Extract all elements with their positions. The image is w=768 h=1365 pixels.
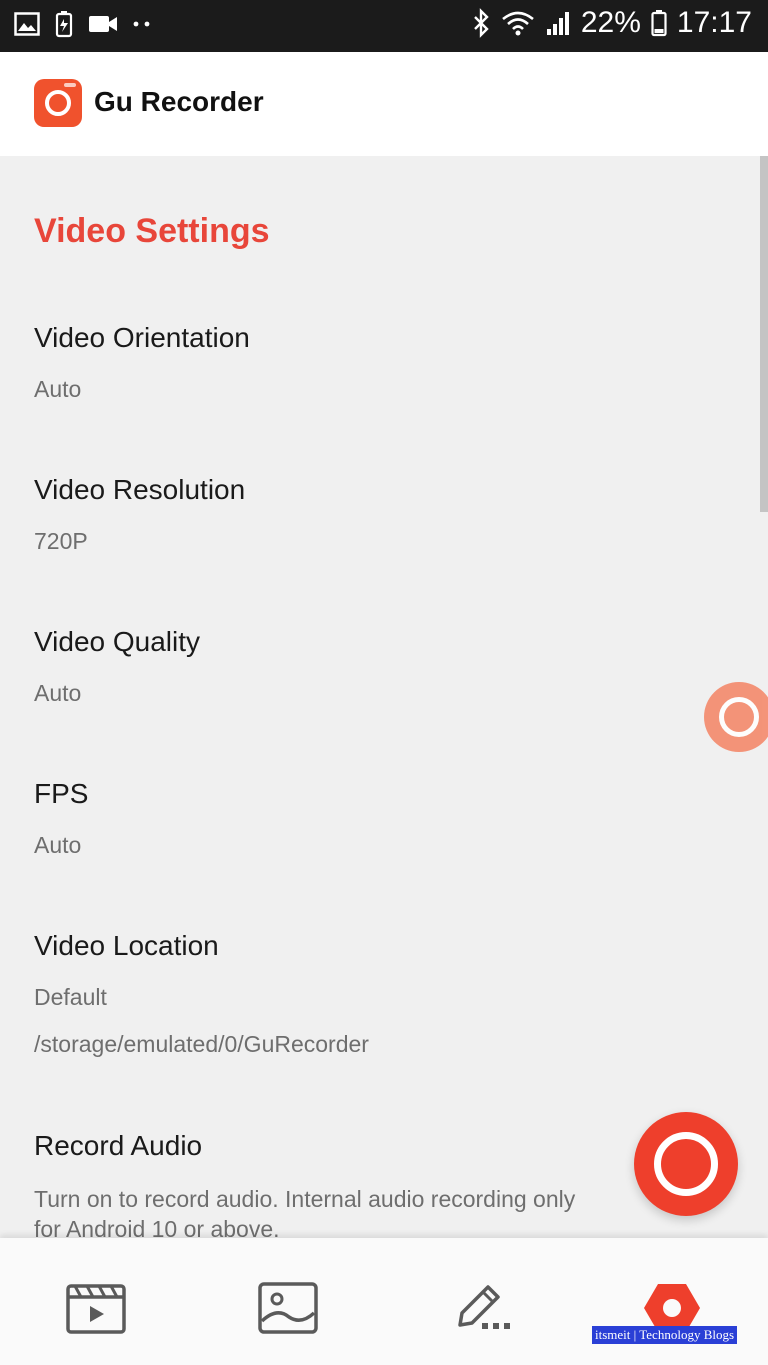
status-bar: 22% 17:17 (0, 0, 768, 52)
setting-video-location[interactable]: Video Location Default /storage/emulated… (34, 930, 369, 1058)
setting-value: Auto (34, 680, 82, 706)
gu-recorder-logo-icon (34, 79, 82, 127)
setting-path: /storage/emulated/0/GuRecorder (34, 1031, 369, 1057)
nav-gallery[interactable] (252, 1272, 324, 1344)
setting-description: Turn on to record audio. Internal audio … (34, 1186, 576, 1238)
setting-value: Auto (34, 376, 82, 402)
watermark: itsmeit | Technology Blogs (592, 1326, 738, 1344)
app-title: Gu Recorder (94, 86, 264, 117)
settings-content: Video Settings Video Orientation Auto Vi… (0, 156, 768, 1238)
section-title: Video Settings (34, 212, 270, 250)
setting-label: Video Quality (34, 626, 201, 657)
scrollbar[interactable] (760, 156, 768, 512)
clock: 17:17 (676, 6, 752, 39)
app-bar: Gu Recorder (0, 52, 768, 156)
bottom-nav (0, 1238, 768, 1365)
video-list-icon (66, 1284, 126, 1334)
nav-edit[interactable] (448, 1272, 520, 1344)
setting-label: Record Audio (34, 1130, 203, 1161)
battery-icon (651, 10, 667, 37)
setting-label: Video Orientation (34, 322, 250, 353)
setting-label: Video Location (34, 930, 219, 961)
more-dots-icon (133, 21, 150, 27)
image-gallery-icon (258, 1282, 318, 1334)
setting-label: Video Resolution (34, 474, 246, 505)
record-button[interactable] (634, 1112, 738, 1216)
setting-value: Auto (34, 832, 82, 858)
setting-video-resolution[interactable]: Video Resolution 720P (34, 474, 245, 555)
signal-icon (546, 12, 569, 35)
nav-videos[interactable] (60, 1272, 132, 1344)
setting-value: 720P (34, 528, 88, 554)
setting-record-audio[interactable]: Record Audio Turn on to record audio. In… (34, 1130, 594, 1238)
wifi-icon (502, 11, 534, 36)
battery-percent: 22% (580, 6, 641, 39)
floating-record-bubble[interactable] (704, 682, 768, 752)
setting-video-quality[interactable]: Video Quality Auto (34, 626, 200, 707)
setting-value: Default (34, 984, 107, 1010)
edit-icon (458, 1285, 510, 1329)
battery-saver-icon (55, 11, 73, 38)
setting-video-orientation[interactable]: Video Orientation Auto (34, 322, 250, 403)
setting-fps[interactable]: FPS Auto (34, 778, 88, 859)
image-icon (14, 12, 40, 36)
bluetooth-icon (474, 8, 489, 38)
video-camera-icon (89, 16, 117, 32)
setting-label: FPS (34, 778, 89, 809)
